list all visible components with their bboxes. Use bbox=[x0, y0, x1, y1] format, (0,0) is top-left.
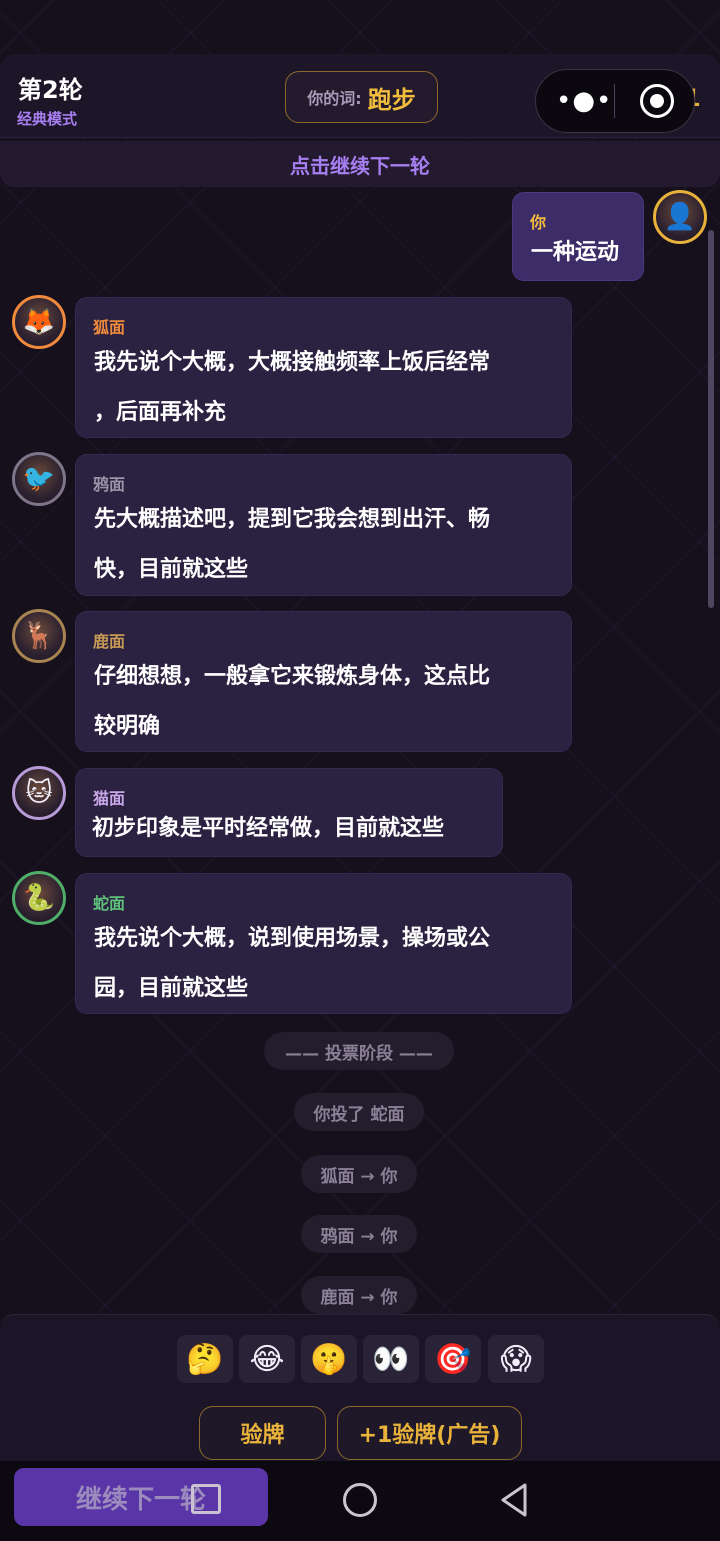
chat-bubble-cat: 猫面 初步印象是平时经常做，目前就这些 bbox=[75, 768, 503, 857]
recent-apps-icon[interactable] bbox=[191, 1484, 221, 1514]
secret-word-chip: 你的词: 跑步 bbox=[285, 71, 438, 123]
check-card-button[interactable]: 验牌 bbox=[199, 1406, 326, 1460]
word-value: 跑步 bbox=[367, 85, 416, 114]
speaker-name: 蛇面 bbox=[93, 894, 126, 913]
message-line: ，后面再补充 bbox=[94, 400, 227, 425]
deer-avatar: 🦌 bbox=[12, 609, 66, 663]
message-text: 我先说个大概，大概接触频率上饭后经常 ，后面再补充 bbox=[94, 338, 490, 438]
capsule-divider bbox=[614, 84, 615, 118]
message-line: 我先说个大概，说到使用场景，操场或公 bbox=[94, 926, 491, 951]
message-text: 初步印象是平时经常做，目前就这些 bbox=[92, 816, 445, 841]
emoji-laughing-button[interactable]: 😂 bbox=[239, 1335, 295, 1383]
vote-record: 鸦面 → 你 bbox=[301, 1215, 417, 1253]
message-line: 快，目前就这些 bbox=[94, 557, 249, 582]
ad-check-card-button[interactable]: +1验牌(广告) bbox=[337, 1406, 522, 1460]
snake-avatar: 🐍 bbox=[12, 871, 66, 925]
chat-bubble-crow: 鸦面 先大概描述吧，提到它我会想到出汗、畅 快，目前就这些 bbox=[75, 454, 572, 596]
self-message-bubble: 你 一种运动 bbox=[512, 192, 644, 281]
vote-phase-label: —— 投票阶段 —— bbox=[264, 1032, 454, 1070]
message-line: 较明确 bbox=[94, 714, 161, 739]
chat-bubble-deer: 鹿面 仔细想想，一般拿它来锻炼身体，这点比 较明确 bbox=[75, 611, 572, 752]
mini-program-capsule: •●• bbox=[535, 69, 695, 133]
system-navbar: 继续下一轮 bbox=[0, 1461, 720, 1541]
more-dots-icon[interactable]: •●• bbox=[556, 86, 612, 116]
crow-avatar: 🐦 bbox=[12, 452, 66, 506]
emoji-eyes-button[interactable]: 👀 bbox=[363, 1335, 419, 1383]
close-target-icon[interactable] bbox=[640, 84, 674, 118]
self-vote-record: 你投了 蛇面 bbox=[294, 1093, 424, 1131]
next-round-banner[interactable]: 点击继续下一轮 bbox=[0, 141, 720, 187]
game-mode: 经典模式 bbox=[17, 110, 78, 128]
game-header: 第2轮 经典模式 你的词: 跑步 积 1 •●• bbox=[0, 54, 720, 138]
message-line: 园，目前就这些 bbox=[94, 976, 249, 1001]
message-line: 先大概描述吧，提到它我会想到出汗、畅 bbox=[94, 507, 491, 532]
message-text: 我先说个大概，说到使用场景，操场或公 园，目前就这些 bbox=[94, 914, 490, 1014]
home-icon[interactable] bbox=[343, 1483, 377, 1517]
speaker-name: 狐面 bbox=[93, 318, 126, 337]
word-label: 你的词: bbox=[307, 89, 362, 108]
self-avatar: 👤 bbox=[653, 190, 707, 244]
speaker-name: 鸦面 bbox=[93, 475, 126, 494]
action-panel: 🤔 😂 🤫 👀 🎯 😱 验牌 +1验牌(广告) bbox=[0, 1314, 720, 1461]
vote-record: 鹿面 → 你 bbox=[301, 1276, 417, 1314]
emoji-shush-button[interactable]: 🤫 bbox=[301, 1335, 357, 1383]
message-text: 先大概描述吧，提到它我会想到出汗、畅 快，目前就这些 bbox=[94, 495, 490, 595]
vote-record: 狐面 → 你 bbox=[301, 1155, 417, 1193]
continue-next-round-button[interactable]: 继续下一轮 bbox=[14, 1468, 268, 1526]
message-line: 仔细想想，一般拿它来锻炼身体，这点比 bbox=[94, 664, 491, 689]
message-line: 我先说个大概，大概接触频率上饭后经常 bbox=[94, 350, 491, 375]
fox-avatar: 🦊 bbox=[12, 295, 66, 349]
message-text: 一种运动 bbox=[531, 240, 620, 265]
message-text: 仔细想想，一般拿它来锻炼身体，这点比 较明确 bbox=[94, 652, 490, 752]
emoji-scream-button[interactable]: 😱 bbox=[488, 1335, 544, 1383]
round-title: 第2轮 bbox=[18, 76, 83, 104]
emoji-target-button[interactable]: 🎯 bbox=[425, 1335, 481, 1383]
emoji-thinking-button[interactable]: 🤔 bbox=[177, 1335, 233, 1383]
chat-bubble-fox: 狐面 我先说个大概，大概接触频率上饭后经常 ，后面再补充 bbox=[75, 297, 572, 438]
speaker-name: 鹿面 bbox=[93, 632, 126, 651]
scrollbar[interactable] bbox=[708, 230, 714, 608]
back-icon[interactable] bbox=[497, 1481, 531, 1519]
chat-bubble-snake: 蛇面 我先说个大概，说到使用场景，操场或公 园，目前就这些 bbox=[75, 873, 572, 1014]
cat-avatar: 🐱 bbox=[12, 766, 66, 820]
